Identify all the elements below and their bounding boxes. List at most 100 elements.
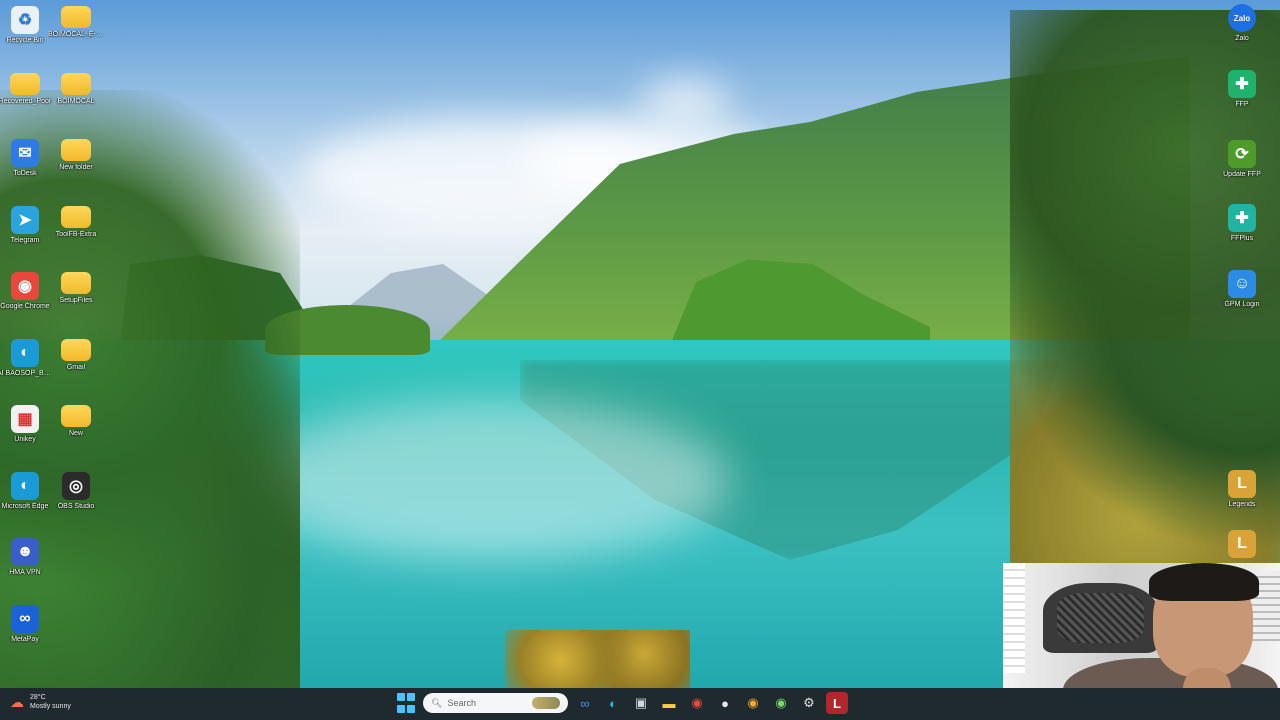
person-hair <box>1149 563 1259 601</box>
desktop-icon-label: SetupFiles <box>59 297 93 304</box>
app-person-icon: ☻ <box>11 538 39 566</box>
taskbar-center: 🔍︎ Search ∞ ◐ ▣ ▬ ◉ ● ◉ ◉ ⚙ L <box>395 692 848 714</box>
desktop-icon-telegram[interactable]: ➤ Telegram <box>0 205 53 245</box>
desktop-icon-app-red[interactable]: ▦ Unikey <box>0 405 53 444</box>
desktop-icon-folder-3[interactable]: BOIMOCAL <box>48 72 104 106</box>
window-blind <box>1003 563 1025 673</box>
start-button[interactable] <box>395 692 417 714</box>
desktop-icon-app-todesk[interactable]: ✉ ToDesk <box>0 139 53 178</box>
flowers <box>505 630 690 690</box>
folder-3-icon <box>61 72 91 95</box>
cloud <box>640 80 730 120</box>
desktop-icon-label: Zalo <box>1235 35 1249 42</box>
desktop-icon-label: Google Chrome <box>0 303 50 310</box>
desktop-icon-label: New folder <box>59 164 93 171</box>
desktop-icon-update-ffp[interactable]: ⟳ Update FFP <box>1214 140 1270 179</box>
recycle-bin-icon: ♻ <box>11 6 39 34</box>
taskbar-app-copilot[interactable]: ∞ <box>574 692 596 714</box>
profile-manager-icon: ☺ <box>1228 270 1256 298</box>
desktop-icon-profile-manager[interactable]: ☺ GPM Login <box>1214 270 1270 309</box>
desktop-icon-edge[interactable]: ◐ AI BAOSOP_BM_Manager <box>0 338 53 378</box>
taskbar-app-chrome-3[interactable]: ◉ <box>770 692 792 714</box>
desktop-icon-app-legends[interactable]: L Legends <box>1214 470 1270 509</box>
desktop-icon-label: Telegram <box>10 236 40 244</box>
folder-8-icon <box>61 405 91 427</box>
folder-7-icon <box>61 338 91 361</box>
desktop-icon-label: OBS Studio <box>57 502 95 510</box>
taskbar-app-settings[interactable]: ⚙ <box>798 692 820 714</box>
desktop-icon-ffp[interactable]: ✚ FFP <box>1214 70 1270 109</box>
taskbar-app-edge[interactable]: ◐ <box>602 692 624 714</box>
desktop-icon-folder-6[interactable]: SetupFiles <box>48 272 104 305</box>
desktop-icon-folder-1[interactable]: BOIMOCAL_E-WEBOX <box>48 6 104 39</box>
update-ffp-icon: ⟳ <box>1228 140 1256 168</box>
desktop-icon-label: HMA VPN <box>9 569 41 576</box>
desktop-icon-folder-7[interactable]: Gmail <box>48 338 104 372</box>
taskbar-app-chrome[interactable]: ◉ <box>686 692 708 714</box>
desktop-icon-label: Gmail <box>66 363 86 371</box>
desktop-icon-label: AI BAOSOP_BM_Manager <box>0 369 53 377</box>
desktop-icon-app-legends-2[interactable]: L <box>1214 530 1270 561</box>
telegram-icon: ➤ <box>11 205 39 234</box>
desktop-icon-folder-8[interactable]: New <box>48 405 104 438</box>
folder-6-icon <box>61 272 91 294</box>
taskbar-app-chat[interactable]: ● <box>714 692 736 714</box>
desktop-icon-label: New <box>68 430 83 437</box>
desktop-icon-label: Legends <box>1228 501 1256 508</box>
edge-icon: ◐ <box>11 338 39 367</box>
desktop-icon-label: ToDesk <box>13 170 37 177</box>
app-todesk-icon: ✉ <box>11 139 39 167</box>
taskbar-app-legends[interactable]: L <box>826 692 848 714</box>
desktop-icon-label: Recovered_Poor <box>0 97 52 105</box>
taskbar-app-chrome-2[interactable]: ◉ <box>742 692 764 714</box>
desktop-icon-label: Recycle Bin <box>6 37 44 44</box>
tree-left <box>0 90 300 690</box>
taskbar-search[interactable]: 🔍︎ Search <box>423 693 568 713</box>
office-chair <box>1043 583 1158 653</box>
desktop-icon-obs-studio[interactable]: ◎ OBS Studio <box>48 471 104 511</box>
desktop-icon-recycle-bin[interactable]: ♻ Recycle Bin <box>0 6 53 45</box>
taskbar-app-file-explorer[interactable]: ▬ <box>658 692 680 714</box>
meta-icon: ∞ <box>11 605 39 633</box>
google-chrome-icon: ◉ <box>11 272 39 300</box>
desktop-icon-microsoft-edge[interactable]: ◐ Microsoft Edge <box>0 471 53 511</box>
desktop-icon-google-chrome[interactable]: ◉ Google Chrome <box>0 272 53 311</box>
folder-4-icon <box>61 139 91 161</box>
app-legends-icon: L <box>1228 470 1256 498</box>
search-placeholder: Search <box>447 698 476 708</box>
desktop-icon-label: MetaPay <box>11 636 39 643</box>
folder-2-icon <box>10 72 40 95</box>
cloud-reflection <box>250 400 730 560</box>
weather-temperature: 28°C <box>30 694 46 701</box>
desktop-icon-label: FFPlus <box>1230 235 1254 242</box>
desktop-icon-folder-4[interactable]: New folder <box>48 139 104 172</box>
ffp-plus-icon: ✚ <box>1228 204 1256 232</box>
desktop-icon-label: BOIMOCAL_E-WEBOX <box>48 31 104 38</box>
search-icon: 🔍︎ <box>431 697 443 708</box>
search-highlight-icon <box>532 697 560 709</box>
desktop-icon-label: ToolFB-Extra <box>55 230 97 238</box>
desktop-icon-ffp-plus[interactable]: ✚ FFPlus <box>1214 204 1270 243</box>
weather-widget[interactable]: ☁ 28°C Mostly sunny <box>10 693 71 711</box>
desktop-icon-folder-5[interactable]: ToolFB-Extra <box>48 205 104 239</box>
desktop-icon-zalo[interactable]: Zalo Zalo <box>1214 4 1270 43</box>
app-legends-2-icon: L <box>1228 530 1256 558</box>
folder-5-icon <box>61 205 91 228</box>
desktop-icon-label: GPM Login <box>1224 301 1260 308</box>
microsoft-edge-icon: ◐ <box>11 471 39 500</box>
desktop-icon-meta[interactable]: ∞ MetaPay <box>0 605 53 644</box>
taskbar: ☁ 28°C Mostly sunny 🔍︎ Search ∞ ◐ ▣ ▬ ◉ ● ◉ ◉ ⚙ L <box>0 688 1280 720</box>
folder-1-icon <box>61 6 91 28</box>
desktop-icon-app-person[interactable]: ☻ HMA VPN <box>0 538 53 577</box>
windows-logo-icon <box>397 693 405 701</box>
zalo-icon: Zalo <box>1228 4 1256 32</box>
desktop-icon-label: Unikey <box>14 436 36 443</box>
desktop-icon-label: Update FFP <box>1223 171 1261 178</box>
desktop-icon-label: Microsoft Edge <box>1 502 49 510</box>
taskbar-app-store[interactable]: ▣ <box>630 692 652 714</box>
weather-icon: ☁ <box>10 693 24 710</box>
obs-studio-icon: ◎ <box>62 471 90 500</box>
desktop-icon-folder-2[interactable]: Recovered_Poor <box>0 72 53 106</box>
desktop-icon-label: BOIMOCAL <box>57 97 95 105</box>
app-red-icon: ▦ <box>11 405 39 433</box>
